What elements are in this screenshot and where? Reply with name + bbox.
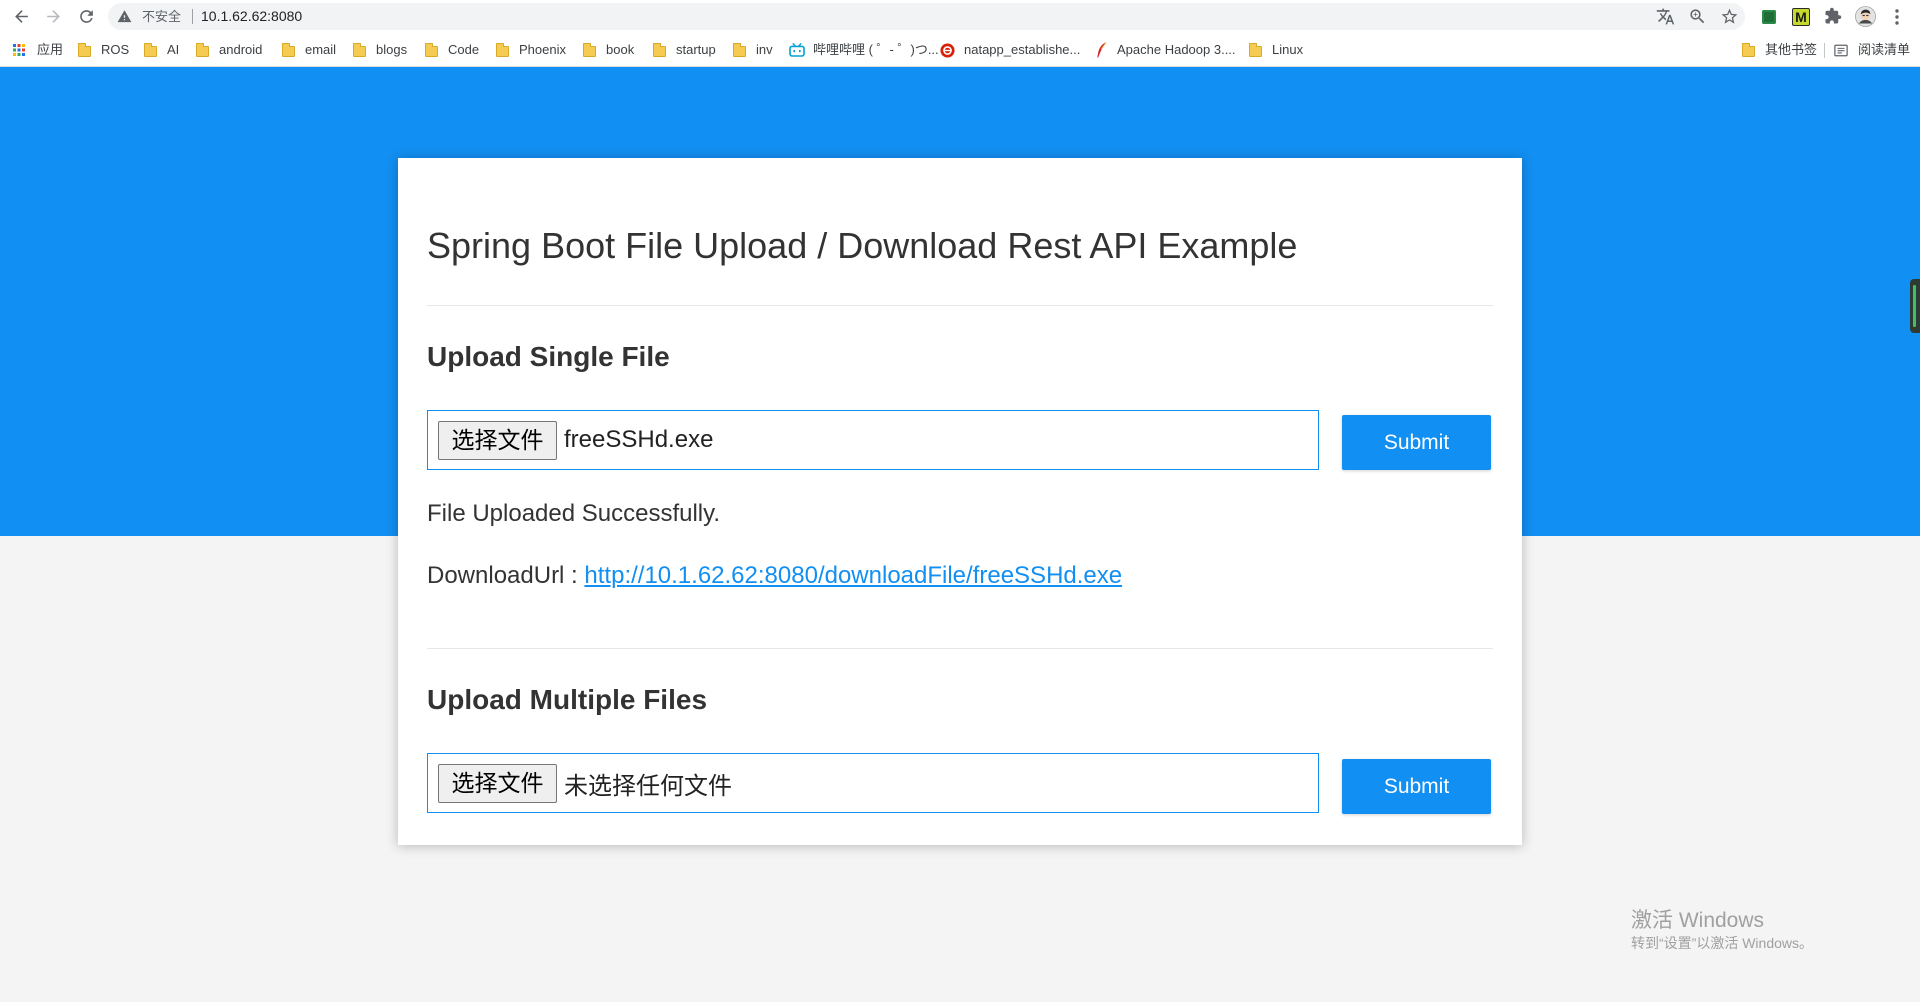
- browser-window: 不安全 10.1.62.62:8080 M 应用 ROS AI android …: [0, 0, 1920, 1002]
- bookmark-label: android: [219, 42, 263, 57]
- folder-icon: [653, 42, 666, 57]
- bookmarks-bar: 应用 ROS AI android email blogs Code Phoen…: [0, 34, 1920, 67]
- menu-dots-icon[interactable]: [1893, 8, 1901, 26]
- apache-feather-icon: [1096, 42, 1107, 58]
- bookmark-natapp[interactable]: natapp_establishe...: [940, 34, 1080, 66]
- bookmark-folder-linux[interactable]: Linux: [1249, 34, 1303, 66]
- folder-icon: [1742, 42, 1755, 57]
- back-arrow-icon[interactable]: [12, 7, 31, 26]
- title-divider: [427, 305, 1493, 306]
- folder-icon: [733, 42, 746, 57]
- bookmarks-separator: [1824, 43, 1825, 58]
- folder-icon: [78, 42, 91, 57]
- folder-icon: [282, 42, 295, 57]
- upload-card: Spring Boot File Upload / Download Rest …: [398, 158, 1522, 845]
- bookmark-label: Code: [448, 42, 480, 57]
- m-extension-icon[interactable]: M: [1792, 8, 1810, 26]
- folder-icon: [196, 42, 209, 57]
- bookmark-folder-startup[interactable]: startup: [653, 34, 716, 66]
- side-panel-handle[interactable]: [1910, 279, 1920, 333]
- single-upload-heading: Upload Single File: [427, 341, 670, 372]
- green-square-extension-icon[interactable]: [1762, 10, 1776, 24]
- folder-icon: [144, 42, 157, 57]
- watermark-title: 激活 Windows: [1631, 909, 1765, 932]
- single-choose-file-button[interactable]: 选择文件: [438, 420, 557, 460]
- bookmark-folder-code[interactable]: Code: [425, 34, 479, 66]
- folder-icon: [496, 42, 509, 57]
- bookmark-label: natapp_establishe...: [964, 42, 1081, 57]
- reading-list-icon: [1834, 44, 1848, 57]
- page-viewport: Spring Boot File Upload / Download Rest …: [0, 67, 1920, 1002]
- apps-grid-icon: [13, 44, 25, 56]
- section-divider: [427, 648, 1493, 649]
- download-link[interactable]: http://10.1.62.62:8080/downloadFile/free…: [584, 562, 1122, 589]
- folder-icon: [353, 42, 366, 57]
- multiple-submit-button[interactable]: Submit: [1342, 759, 1491, 814]
- url-text[interactable]: 10.1.62.62:8080: [201, 3, 302, 30]
- security-label[interactable]: 不安全: [142, 3, 181, 30]
- bookmark-label: Linux: [1272, 42, 1304, 57]
- multiple-choose-file-button[interactable]: 选择文件: [438, 763, 557, 803]
- reload-icon[interactable]: [77, 7, 96, 26]
- bookmark-folder-android[interactable]: android: [196, 34, 262, 66]
- browser-toolbar: 不安全 10.1.62.62:8080 M: [0, 0, 1920, 34]
- bookmark-label: Phoenix: [519, 42, 566, 57]
- multiple-upload-heading: Upload Multiple Files: [427, 684, 708, 715]
- bookmark-folder-ros[interactable]: ROS: [78, 34, 129, 66]
- single-file-input[interactable]: 选择文件 freeSSHd.exe: [427, 410, 1319, 470]
- bookmark-label: AI: [167, 42, 180, 57]
- zoom-icon[interactable]: [1688, 7, 1707, 26]
- bookmark-label: book: [606, 42, 635, 57]
- bookmark-label: 应用: [37, 42, 64, 57]
- other-bookmarks-label: 其他书签: [1765, 42, 1818, 57]
- bookmark-folder-email[interactable]: email: [282, 34, 336, 66]
- windows-activation-watermark: 激活 Windows 转到“设置”以激活 Windows。: [1631, 908, 1813, 952]
- bookmark-folder-ai[interactable]: AI: [144, 34, 179, 66]
- watermark-subtitle: 转到“设置”以激活 Windows。: [1631, 935, 1814, 951]
- bookmark-apache-hadoop[interactable]: Apache Hadoop 3....: [1096, 34, 1236, 66]
- multiple-selected-file-name: 未选择任何文件: [564, 772, 732, 800]
- reading-list[interactable]: 阅读清单: [1834, 34, 1910, 66]
- bilibili-icon: [789, 43, 805, 57]
- forward-arrow-icon[interactable]: [44, 7, 63, 26]
- bookmark-label: 哔哩哔哩 ( ゜- ゜)つ...: [813, 42, 939, 57]
- folder-icon: [425, 42, 438, 57]
- upload-status-message: File Uploaded Successfully.: [427, 500, 721, 527]
- address-separator: [192, 9, 193, 24]
- puzzle-icon[interactable]: [1824, 7, 1842, 25]
- other-bookmarks[interactable]: 其他书签: [1742, 34, 1817, 66]
- folder-icon: [583, 42, 596, 57]
- translate-icon[interactable]: [1656, 7, 1675, 26]
- single-submit-button[interactable]: Submit: [1342, 415, 1491, 470]
- download-url-prefix: DownloadUrl :: [427, 562, 585, 589]
- multiple-file-input[interactable]: 选择文件 未选择任何文件: [427, 753, 1319, 813]
- bookmark-star-icon[interactable]: [1720, 7, 1739, 26]
- reading-list-label: 阅读清单: [1858, 42, 1911, 57]
- bookmark-bilibili[interactable]: 哔哩哔哩 ( ゜- ゜)つ...: [789, 34, 939, 66]
- bookmark-label: startup: [676, 42, 716, 57]
- download-url-line: DownloadUrl : http://10.1.62.62:8080/dow…: [427, 561, 1122, 590]
- bookmark-label: blogs: [376, 42, 408, 57]
- bookmark-folder-book[interactable]: book: [583, 34, 634, 66]
- bookmark-label: inv: [756, 42, 773, 57]
- page-title: Spring Boot File Upload / Download Rest …: [427, 225, 1298, 266]
- bookmark-apps[interactable]: 应用: [13, 34, 63, 66]
- bookmark-folder-blogs[interactable]: blogs: [353, 34, 407, 66]
- natapp-icon: [940, 42, 955, 58]
- bookmark-label: email: [305, 42, 337, 57]
- bookmark-folder-phoenix[interactable]: Phoenix: [496, 34, 566, 66]
- bookmark-label: ROS: [101, 42, 130, 57]
- folder-icon: [1249, 42, 1262, 57]
- bookmark-label: Apache Hadoop 3....: [1117, 42, 1236, 57]
- bookmark-folder-inv[interactable]: inv: [733, 34, 773, 66]
- address-bar[interactable]: 不安全 10.1.62.62:8080: [108, 3, 1745, 30]
- profile-avatar-icon[interactable]: [1855, 6, 1876, 27]
- warning-triangle-icon[interactable]: [117, 9, 132, 24]
- single-selected-file-name: freeSSHd.exe: [564, 426, 714, 453]
